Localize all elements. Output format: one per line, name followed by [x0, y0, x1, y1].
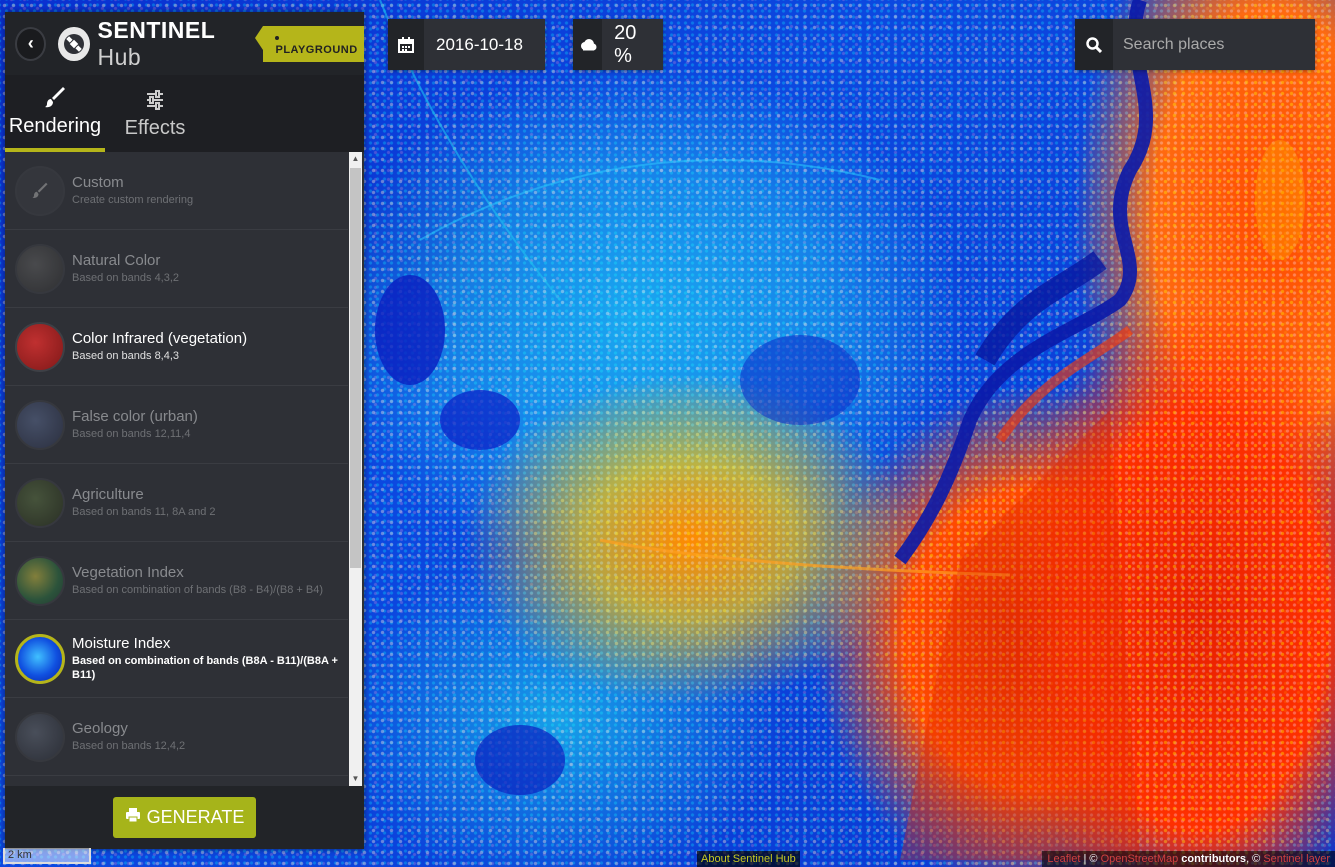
- rendering-thumbnail: [15, 555, 65, 606]
- print-icon: [125, 807, 141, 828]
- rendering-item-false-color[interactable]: False color (urban) Based on bands 12,11…: [5, 386, 348, 464]
- rendering-thumbnail: [15, 243, 65, 294]
- playground-badge: PLAYGROUND: [255, 25, 364, 62]
- rendering-list[interactable]: Custom Create custom rendering Natural C…: [5, 152, 364, 786]
- map-scale: 2 km: [3, 848, 91, 864]
- rendering-title: Color Infrared (vegetation): [72, 330, 248, 347]
- leaflet-link[interactable]: Leaflet: [1047, 853, 1080, 865]
- generate-button[interactable]: GENERATE: [112, 797, 257, 838]
- search-box[interactable]: [1075, 19, 1315, 70]
- rendering-subtitle: Create custom rendering: [72, 194, 194, 206]
- rendering-title: Agriculture: [72, 486, 144, 503]
- scroll-up-icon[interactable]: ▲: [349, 152, 362, 166]
- scrollbar-thumb[interactable]: [350, 168, 361, 568]
- tab-rendering[interactable]: Rendering: [5, 75, 105, 152]
- rendering-title: Moisture Index: [72, 635, 171, 652]
- rendering-title: Vegetation Index: [72, 564, 184, 581]
- cloud-icon: [573, 19, 603, 70]
- rendering-thumbnail: [15, 711, 65, 762]
- search-input[interactable]: [1113, 35, 1313, 54]
- rendering-thumbnail: [15, 321, 65, 372]
- rendering-subtitle: Based on combination of bands (B8 - B4)/…: [72, 584, 324, 596]
- about-link[interactable]: About Sentinel Hub: [697, 851, 800, 867]
- rendering-subtitle: Based on bands 8,4,3: [72, 350, 180, 362]
- scroll-down-icon[interactable]: ▼: [349, 772, 362, 786]
- sidebar-footer: GENERATE: [5, 786, 364, 849]
- rendering-item-color-infrared[interactable]: Color Infrared (vegetation) Based on ban…: [5, 308, 348, 386]
- rendering-item-agriculture[interactable]: Agriculture Based on bands 11, 8A and 2: [5, 464, 348, 542]
- back-button[interactable]: ‹: [15, 26, 47, 61]
- chevron-left-icon: ‹: [27, 33, 34, 53]
- calendar-icon: [388, 19, 424, 70]
- rendering-subtitle: Based on bands 12,4,2: [72, 740, 186, 752]
- satellite-icon: [58, 26, 90, 61]
- brand-logo: SENTINEL Hub: [97, 16, 216, 70]
- tab-bar: Rendering Effects: [5, 75, 364, 152]
- rendering-thumbnail: [15, 477, 65, 528]
- rendering-title: False color (urban): [72, 408, 198, 425]
- sentinel-layer-link[interactable]: Sentinel layer: [1263, 853, 1330, 865]
- map-attribution: Leaflet | © OpenStreetMap contributors, …: [1042, 851, 1335, 867]
- rendering-thumbnail: [15, 399, 65, 450]
- generate-label: GENERATE: [146, 807, 245, 827]
- rendering-subtitle: Based on combination of bands (B8A - B11…: [72, 655, 338, 681]
- tab-effects-label: Effects: [124, 117, 186, 139]
- rendering-item-vegetation-index[interactable]: Vegetation Index Based on combination of…: [5, 542, 348, 620]
- rendering-thumbnail: [15, 633, 65, 684]
- brush-icon: [15, 165, 65, 216]
- list-scrollbar[interactable]: ▲ ▼: [349, 152, 362, 786]
- rendering-item-geology[interactable]: Geology Based on bands 12,4,2: [5, 698, 348, 776]
- tab-effects[interactable]: Effects: [105, 75, 205, 152]
- osm-link[interactable]: OpenStreetMap: [1101, 853, 1179, 865]
- rendering-item-custom[interactable]: Custom Create custom rendering: [5, 152, 348, 230]
- rendering-title: Custom: [72, 174, 124, 191]
- rendering-subtitle: Based on bands 11, 8A and 2: [72, 506, 216, 518]
- cloud-coverage-value: 20 %: [614, 21, 637, 67]
- tab-rendering-label: Rendering: [8, 115, 102, 137]
- rendering-title: Natural Color: [72, 252, 161, 269]
- rendering-subtitle: Based on bands 4,3,2: [72, 272, 180, 284]
- sliders-icon: [145, 87, 165, 113]
- sidebar-panel: ‹ SENTINEL Hub PLAYGROUND Rendering Effe…: [5, 12, 364, 849]
- brush-icon: [44, 85, 66, 111]
- rendering-item-moisture-index[interactable]: Moisture Index Based on combination of b…: [5, 620, 348, 698]
- rendering-title: Geology: [72, 720, 128, 737]
- date-picker[interactable]: 2016-10-18: [388, 19, 545, 70]
- search-icon[interactable]: [1075, 19, 1113, 70]
- sidebar-header: ‹ SENTINEL Hub PLAYGROUND: [5, 12, 364, 75]
- rendering-subtitle: Based on bands 12,11,4: [72, 428, 191, 440]
- rendering-item-natural-color[interactable]: Natural Color Based on bands 4,3,2: [5, 230, 348, 308]
- cloud-coverage-filter[interactable]: 20 %: [573, 19, 663, 70]
- date-value: 2016-10-18: [436, 34, 523, 54]
